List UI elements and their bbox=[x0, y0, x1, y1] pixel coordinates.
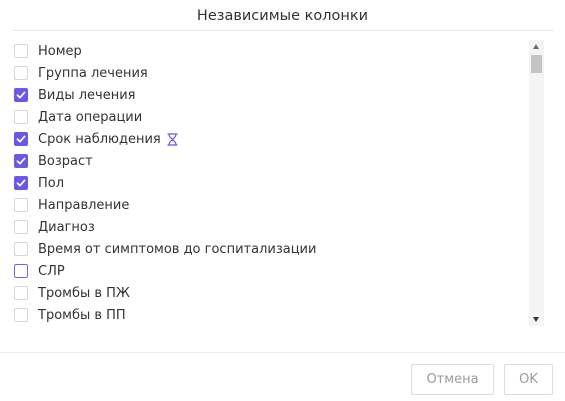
checkmark-icon bbox=[16, 179, 26, 187]
checkbox[interactable] bbox=[14, 308, 28, 322]
column-option-row[interactable]: Диагноз bbox=[12, 216, 545, 238]
column-option-row[interactable]: Тромбы в ПП bbox=[12, 304, 545, 326]
checkbox-checked[interactable] bbox=[14, 132, 28, 146]
checkbox-checked[interactable] bbox=[14, 154, 28, 168]
column-option-row[interactable]: Срок наблюдения bbox=[12, 128, 545, 150]
checkbox[interactable] bbox=[14, 220, 28, 234]
checkmark-icon bbox=[16, 157, 26, 165]
scroll-up-arrow-icon[interactable] bbox=[533, 44, 539, 49]
column-option-label: Время от симптомов до госпитализации bbox=[38, 241, 317, 257]
checkmark-icon bbox=[16, 135, 26, 143]
hourglass-icon bbox=[167, 132, 178, 146]
checkbox[interactable] bbox=[14, 286, 28, 300]
dialog-title: Независимые колонки bbox=[196, 8, 369, 24]
checkbox-checked[interactable] bbox=[14, 88, 28, 102]
checkmark-icon bbox=[16, 91, 26, 99]
column-option-row[interactable]: Направление bbox=[12, 194, 545, 216]
column-option-row[interactable]: Время от симптомов до госпитализации bbox=[12, 238, 545, 260]
checkbox[interactable] bbox=[14, 110, 28, 124]
checkbox[interactable] bbox=[14, 44, 28, 58]
vertical-scrollbar[interactable] bbox=[529, 40, 544, 326]
checkbox[interactable] bbox=[14, 242, 28, 256]
column-option-label: Группа лечения bbox=[38, 65, 148, 81]
column-option-label: Дата операции bbox=[38, 109, 143, 125]
column-option-label: Диагноз bbox=[38, 219, 95, 235]
cancel-button[interactable]: Отмена bbox=[411, 364, 494, 395]
column-option-row[interactable]: СЛР bbox=[12, 260, 545, 282]
column-option-row[interactable]: Пол bbox=[12, 172, 545, 194]
column-option-label: Возраст bbox=[38, 153, 93, 169]
footer-divider bbox=[0, 352, 565, 353]
column-option-row[interactable]: Возраст bbox=[12, 150, 545, 172]
column-option-label: Направление bbox=[38, 197, 130, 213]
checkbox[interactable] bbox=[14, 198, 28, 212]
column-option-row[interactable]: Дата операции bbox=[12, 106, 545, 128]
checkbox-checked[interactable] bbox=[14, 176, 28, 190]
column-option-label: Тромбы в ПП bbox=[38, 307, 126, 323]
checkbox-focused[interactable] bbox=[14, 264, 28, 278]
column-option-label: Виды лечения bbox=[38, 87, 136, 103]
scrollbar-thumb[interactable] bbox=[531, 55, 542, 73]
columns-list: Номер Группа лечения Виды лечения Дата о… bbox=[12, 40, 545, 326]
scroll-down-arrow-icon[interactable] bbox=[533, 317, 539, 322]
column-option-row[interactable]: Номер bbox=[12, 40, 545, 62]
ok-button[interactable]: OK bbox=[504, 364, 553, 395]
title-divider bbox=[12, 30, 554, 31]
column-option-label: Тромбы в ПЖ bbox=[38, 285, 130, 301]
column-option-row[interactable]: Тромбы в ПЖ bbox=[12, 282, 545, 304]
column-option-label: Срок наблюдения bbox=[38, 131, 161, 147]
column-option-row[interactable]: Группа лечения bbox=[12, 62, 545, 84]
column-option-label: СЛР bbox=[38, 263, 65, 279]
checkbox[interactable] bbox=[14, 66, 28, 80]
column-option-label: Пол bbox=[38, 175, 65, 191]
independent-columns-dialog: Независимые колонки Номер Группа лечения… bbox=[0, 0, 565, 401]
column-option-row[interactable]: Виды лечения bbox=[12, 84, 545, 106]
column-option-label: Номер bbox=[38, 43, 82, 59]
